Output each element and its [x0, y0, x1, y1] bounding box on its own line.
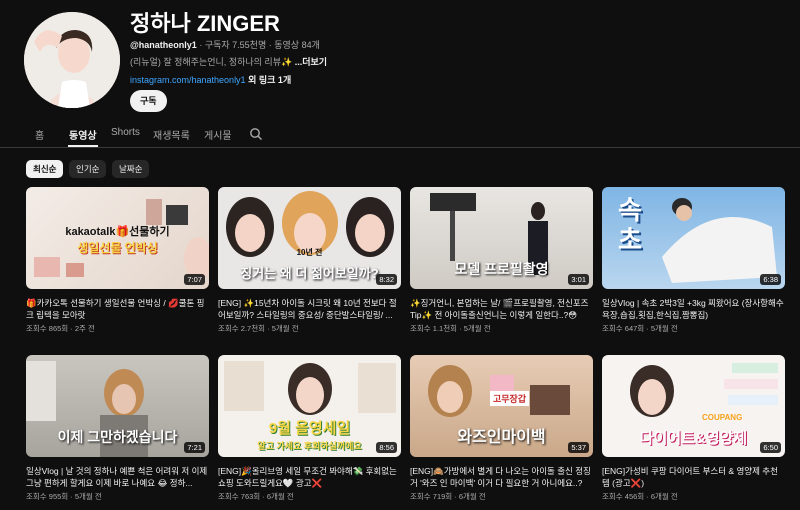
- video-meta: 조회수 456회 · 6개월 전: [602, 492, 678, 501]
- video-duration: 3:01: [568, 274, 589, 285]
- channel-header: 정하나 ZINGER @hanatheonly1 · 구독자 7.55천명 · …: [0, 0, 800, 120]
- more-link[interactable]: ...더보기: [295, 57, 327, 67]
- video-card[interactable]: 속초 6:38 일상Vlog | 속초 2박3일 +3kg 찌왔어요 (장사항해…: [602, 187, 785, 334]
- thumb-text-bottom: 와즈인마이백: [457, 429, 546, 446]
- tab-videos[interactable]: 동영상: [69, 127, 97, 142]
- video-age: 6개월 전: [266, 492, 294, 501]
- video-meta: 조회수 955회 · 5개월 전: [26, 492, 102, 501]
- video-views: 조회수 647회: [602, 324, 645, 333]
- video-title[interactable]: [ENG]🙈가방에서 별게 다 나오는 아이돌 출신 정징거 '와즈 인 마이백…: [410, 465, 593, 489]
- thumb-text-top: 9월 올영세일: [268, 420, 351, 437]
- chip-popular[interactable]: 인기순: [69, 160, 107, 178]
- video-card[interactable]: kakaotalk🎁선물하기 생일선물 언박싱 7:07 🎁카카오톡 선물하기 …: [26, 187, 209, 334]
- video-card[interactable]: 10년 전 징거는 왜 더 젊어보일까? 8:32 [ENG] ✨15년차 아이…: [218, 187, 401, 334]
- video-views: 조회수 865회: [26, 324, 69, 333]
- thumb-text-bottom: 알고 가세요 후회하실꺼에요: [257, 441, 362, 451]
- video-views: 조회수 2.7천회: [218, 324, 266, 333]
- thumb-text-bottom: 다이어트&영양제: [639, 430, 748, 447]
- video-title[interactable]: 일상Vlog | 속초 2박3일 +3kg 찌왔어요 (장사항해수욕장,숍집,횟…: [602, 297, 785, 321]
- instagram-link[interactable]: instagram.com/hanatheonly1: [130, 75, 246, 85]
- active-tab-indicator: [68, 145, 98, 147]
- video-title[interactable]: [ENG]가성비 쿠팡 다이어트 부스터 & 영양제 추천템 (광고❌): [602, 465, 785, 489]
- video-age: 6개월 전: [650, 492, 678, 501]
- video-duration: 8:32: [376, 274, 397, 285]
- video-title[interactable]: ✨징거언니, 본업하는 날/ 🎬프로필촬영, 전신포즈 Tip✨ 전 아이돌출신…: [410, 297, 593, 321]
- channel-avatar[interactable]: [24, 12, 120, 108]
- video-thumbnail[interactable]: 9월 올영세일 알고 가세요 후회하실꺼에요 8:56: [218, 355, 401, 457]
- video-views: 조회수 719회: [410, 492, 453, 501]
- video-thumbnail[interactable]: COUPANG 다이어트&영양제 6:50: [602, 355, 785, 457]
- thumb-text-top: 10년 전: [296, 248, 323, 257]
- video-thumbnail[interactable]: 속초 6:38: [602, 187, 785, 289]
- video-title[interactable]: [ENG]🎉올리브영 세일 무조건 봐야해💸 후회없는 쇼핑 도와드릴게요🤍 광…: [218, 465, 401, 489]
- tab-posts[interactable]: 게시물: [204, 127, 232, 142]
- video-card[interactable]: 9월 올영세일 알고 가세요 후회하실꺼에요 8:56 [ENG]🎉올리브영 세…: [218, 355, 401, 502]
- video-duration: 5:37: [568, 442, 589, 453]
- channel-name: 정하나 ZINGER: [130, 11, 280, 36]
- chip-latest[interactable]: 최신순: [26, 160, 64, 178]
- video-card[interactable]: COUPANG 다이어트&영양제 6:50 [ENG]가성비 쿠팡 다이어트 부…: [602, 355, 785, 502]
- video-duration: 6:50: [760, 442, 781, 453]
- channel-meta: @hanatheonly1 · 구독자 7.55천명 · 동영상 84개: [130, 38, 320, 51]
- tab-home[interactable]: 홈: [35, 127, 44, 142]
- video-views: 조회수 456회: [602, 492, 645, 501]
- thumb-text-top: 속초: [618, 195, 642, 255]
- video-card[interactable]: 모델 프로필촬영 3:01 ✨징거언니, 본업하는 날/ 🎬프로필촬영, 전신포…: [410, 187, 593, 334]
- video-title[interactable]: 일상Vlog | 날 것의 정하나 예쁜 척은 어려워 저 이제 그냥 편하게 …: [26, 465, 209, 489]
- video-age: 5개월 전: [463, 324, 491, 333]
- description-text: (리뉴얼) 잘 정해주는언니, 정하나의 리뷰✨: [130, 57, 293, 67]
- subscribe-button[interactable]: 구독: [130, 90, 167, 112]
- subscriber-count: 구독자 7.55천명: [204, 40, 267, 50]
- search-icon[interactable]: [249, 127, 263, 141]
- channel-tabs: 홈 동영상 Shorts 재생목록 게시물: [0, 122, 800, 148]
- channel-links[interactable]: instagram.com/hanatheonly1 외 링크 1개: [130, 73, 291, 86]
- video-title[interactable]: [ENG] ✨15년차 아이돌 시크릿 왜 10년 전보다 절어보일까? 스타일…: [218, 297, 401, 321]
- tab-playlists[interactable]: 재생목록: [153, 127, 190, 142]
- video-duration: 7:07: [184, 274, 205, 285]
- thumb-text-bottom: 징거는 왜 더 젊어보일까?: [240, 266, 379, 281]
- tab-shorts[interactable]: Shorts: [111, 127, 140, 138]
- video-meta: 조회수 647회 · 5개월 전: [602, 324, 678, 333]
- video-thumbnail[interactable]: 모델 프로필촬영 3:01: [410, 187, 593, 289]
- video-meta: 조회수 719회 · 6개월 전: [410, 492, 486, 501]
- thumb-text-top: COUPANG: [702, 413, 743, 422]
- video-age: 2주 전: [74, 324, 95, 333]
- video-card[interactable]: 고무장갑 와즈인마이백 5:37 [ENG]🙈가방에서 별게 다 나오는 아이돌…: [410, 355, 593, 502]
- thumb-text-top: 고무장갑: [490, 391, 530, 406]
- chip-oldest[interactable]: 날짜순: [112, 160, 150, 178]
- video-age: 6개월 전: [458, 492, 486, 501]
- video-views: 조회수 1.1천회: [410, 324, 458, 333]
- video-views: 조회수 955회: [26, 492, 69, 501]
- thumb-text-bottom: 모델 프로필촬영: [454, 261, 549, 277]
- video-thumbnail[interactable]: 고무장갑 와즈인마이백 5:37: [410, 355, 593, 457]
- video-duration: 8:56: [376, 442, 397, 453]
- video-title[interactable]: 🎁카카오톡 선물하기 생일선물 언박싱 / 💋쿨톤 핑크 립텍을 모아랏: [26, 297, 209, 321]
- video-duration: 6:38: [760, 274, 781, 285]
- video-age: 5개월 전: [74, 492, 102, 501]
- video-card[interactable]: 이제 그만하겠습니다 7:21 일상Vlog | 날 것의 정하나 예쁜 척은 …: [26, 355, 209, 502]
- video-thumbnail[interactable]: 이제 그만하겠습니다 7:21: [26, 355, 209, 457]
- video-thumbnail[interactable]: 10년 전 징거는 왜 더 젊어보일까? 8:32: [218, 187, 401, 289]
- thumb-text-top: kakaotalk🎁선물하기: [65, 226, 170, 238]
- extra-links[interactable]: 외 링크 1개: [248, 75, 291, 85]
- video-meta: 조회수 1.1천회 · 5개월 전: [410, 324, 491, 333]
- video-meta: 조회수 763회 · 6개월 전: [218, 492, 294, 501]
- video-age: 5개월 전: [271, 324, 299, 333]
- video-thumbnail[interactable]: kakaotalk🎁선물하기 생일선물 언박싱 7:07: [26, 187, 209, 289]
- channel-handle: @hanatheonly1: [130, 40, 197, 50]
- channel-description[interactable]: (리뉴얼) 잘 정해주는언니, 정하나의 리뷰✨ ...더보기: [130, 55, 327, 68]
- thumb-text-bottom: 이제 그만하겠습니다: [57, 429, 178, 445]
- thumb-text-bottom: 생일선물 언박싱: [77, 241, 158, 255]
- video-age: 5개월 전: [650, 324, 678, 333]
- video-count: 동영상 84개: [274, 40, 320, 50]
- video-duration: 7:21: [184, 442, 205, 453]
- video-meta: 조회수 865회 · 2주 전: [26, 324, 95, 333]
- video-meta: 조회수 2.7천회 · 5개월 전: [218, 324, 299, 333]
- video-views: 조회수 763회: [218, 492, 261, 501]
